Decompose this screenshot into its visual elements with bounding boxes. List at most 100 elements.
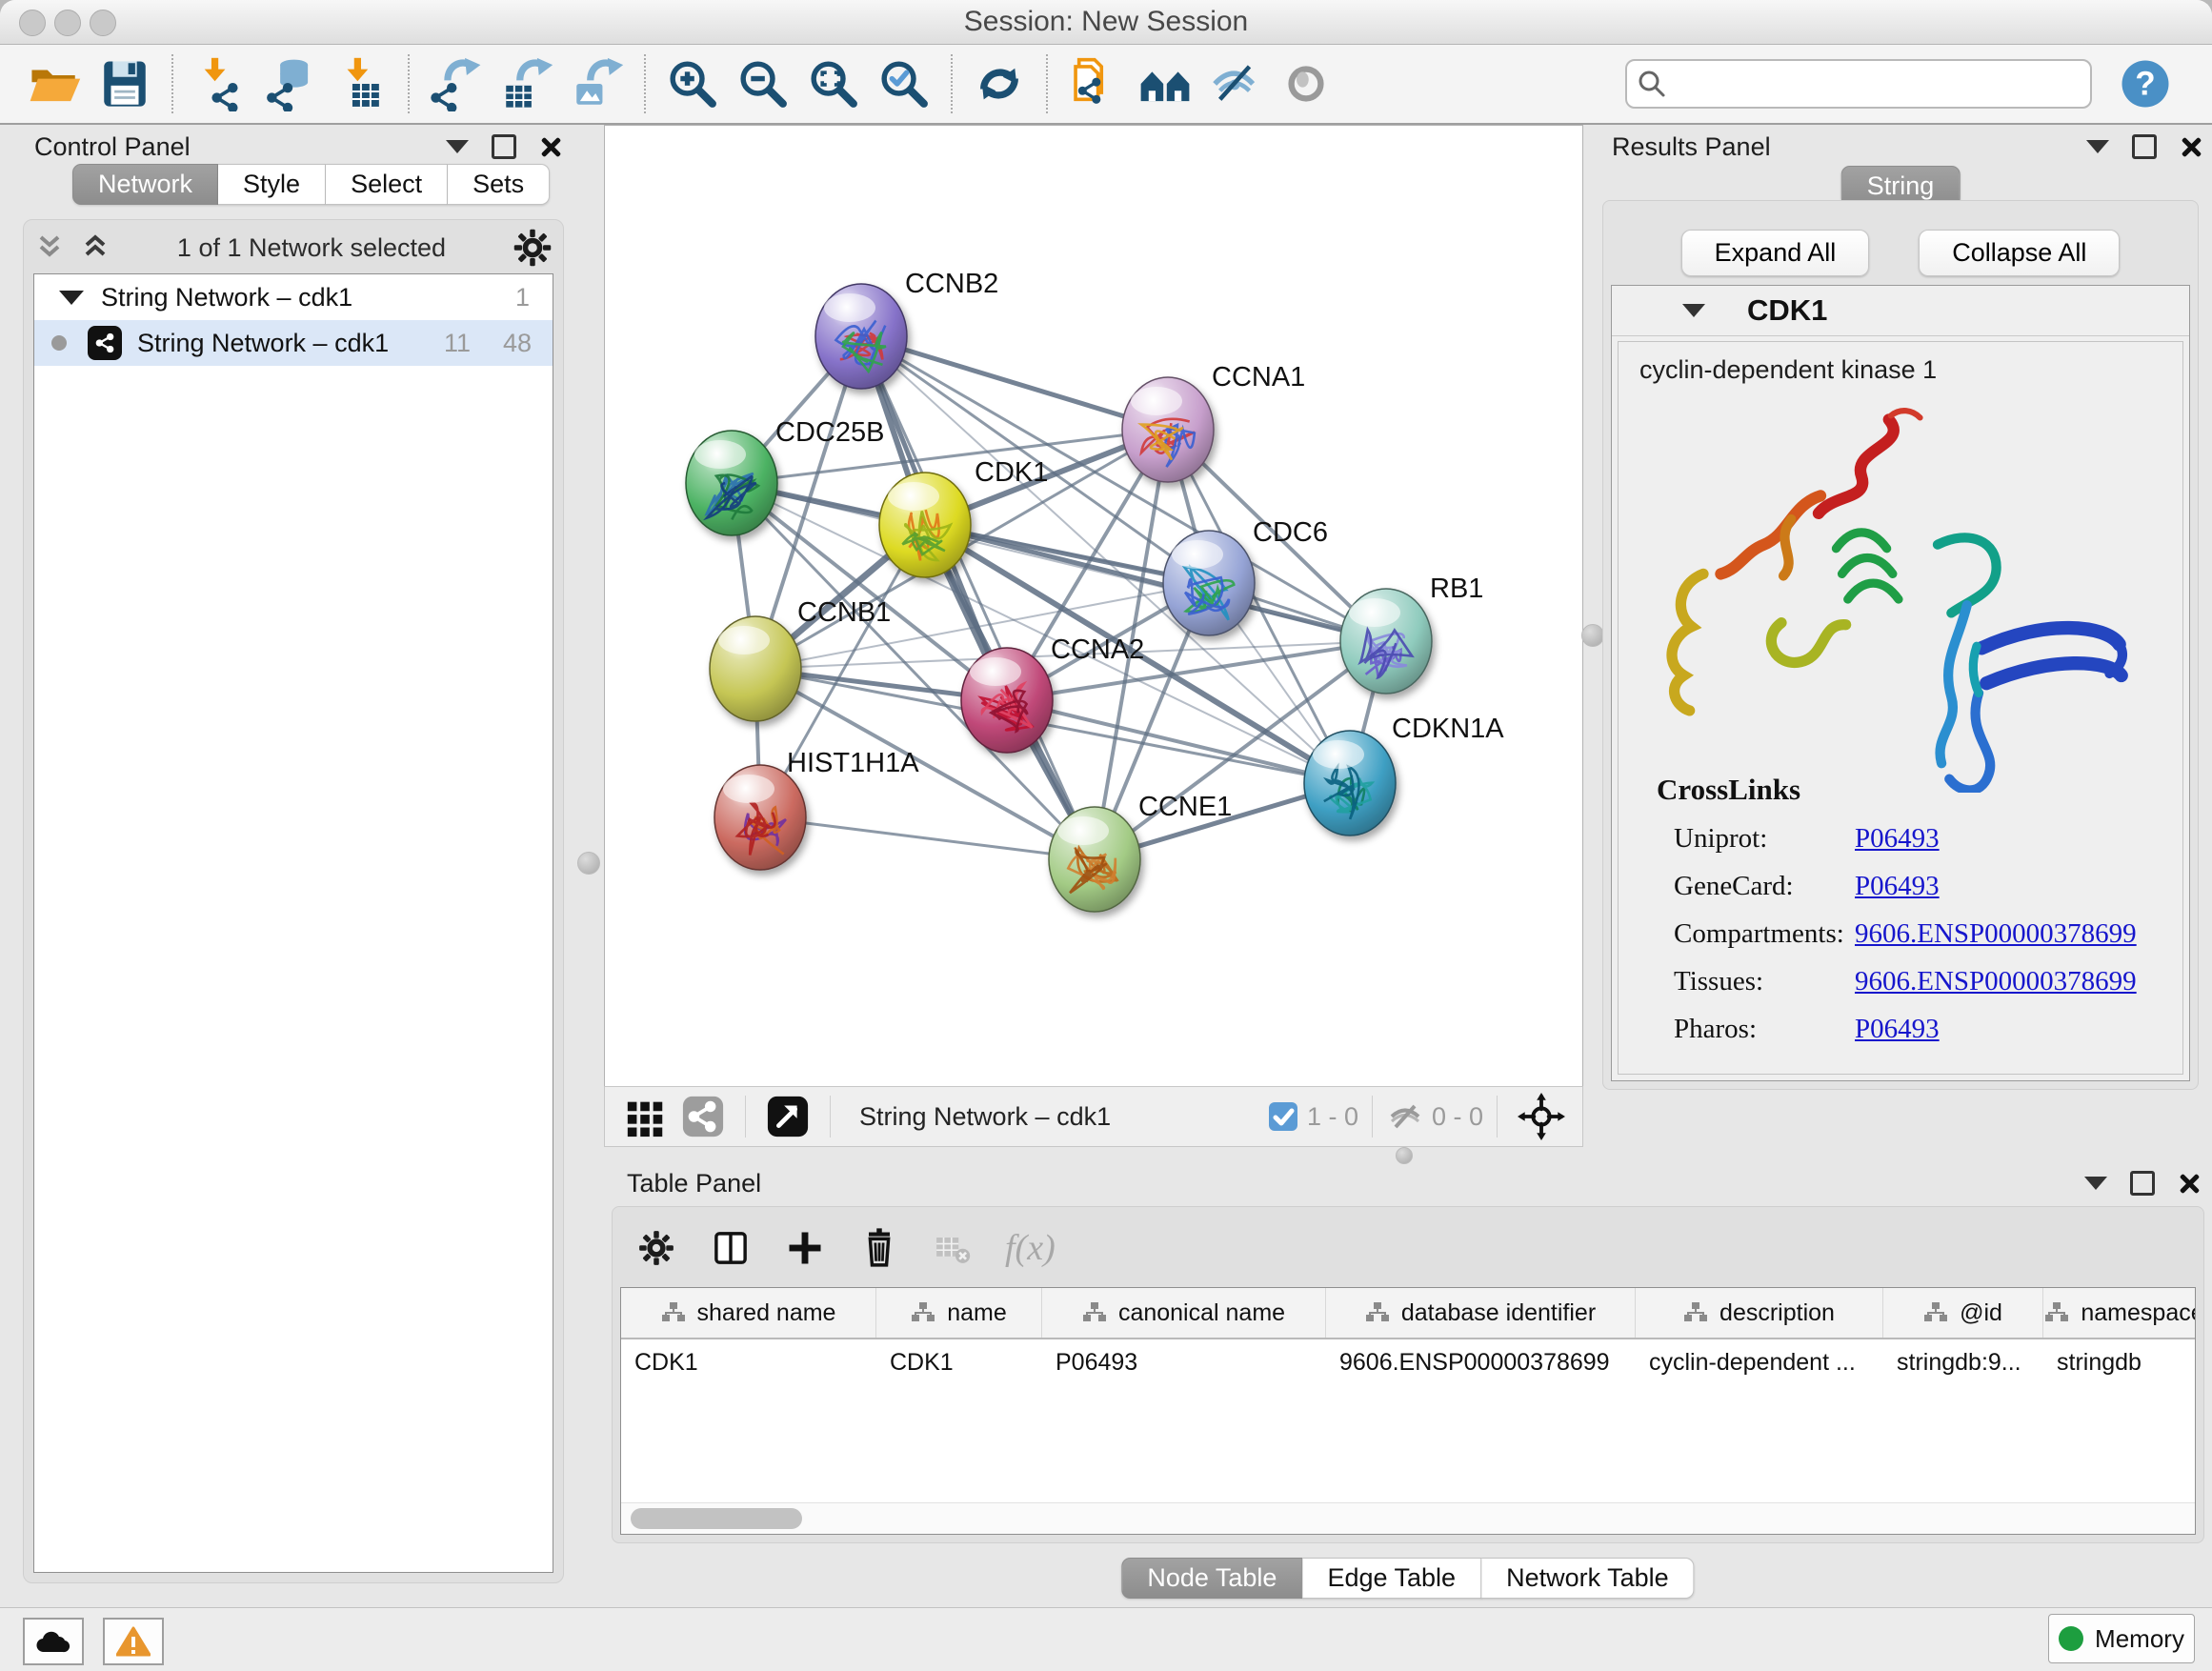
node-CDC6[interactable]: CDC6 — [1163, 517, 1328, 635]
column-header--id[interactable]: @id — [1883, 1288, 2043, 1338]
collection-expander-icon[interactable] — [59, 291, 84, 305]
show-columns-icon[interactable] — [708, 1225, 754, 1271]
node-RB1[interactable]: RB1 — [1340, 574, 1483, 694]
tab-network[interactable]: Network — [72, 164, 218, 205]
network-collection-row[interactable]: String Network – cdk1 1 — [34, 274, 553, 320]
crosslink-link[interactable]: 9606.ENSP00000378699 — [1855, 918, 2137, 950]
network-canvas[interactable]: CCNB2CCNA1CDC25BCDK1CDC6RB1CCNB1CCNA2CDK… — [604, 125, 1583, 1086]
node-HIST1H1A[interactable]: HIST1H1A — [714, 748, 919, 870]
column-header-namespace[interactable]: namespace — [2043, 1288, 2196, 1338]
column-header-description[interactable]: description — [1636, 1288, 1883, 1338]
first-neighbors-icon[interactable] — [1066, 55, 1123, 112]
network-options-button[interactable] — [512, 227, 553, 269]
fit-content-button[interactable] — [1518, 1093, 1565, 1140]
import-network-database-icon[interactable] — [262, 55, 319, 112]
tab-network-table[interactable]: Network Table — [1481, 1558, 1695, 1599]
panel-menu-icon[interactable] — [2086, 140, 2109, 153]
edge[interactable] — [760, 817, 1095, 859]
column-header-shared-name[interactable]: shared name — [621, 1288, 876, 1338]
hidden-count: 0 - 0 — [1432, 1102, 1483, 1132]
expand-all-button[interactable]: Expand All — [1681, 230, 1870, 276]
network-bullet-icon — [51, 335, 67, 351]
float-panel-icon[interactable] — [492, 134, 516, 159]
show-all-icon[interactable] — [1277, 55, 1335, 112]
birds-eye-view-button[interactable] — [624, 1095, 668, 1138]
selected-count-icon[interactable] — [1267, 1100, 1299, 1133]
table-horizontal-scrollbar[interactable] — [621, 1502, 2195, 1534]
close-window-button[interactable] — [19, 10, 46, 36]
table-row[interactable]: CDK1CDK1P064939606.ENSP00000378699cyclin… — [621, 1339, 2195, 1385]
tab-select[interactable]: Select — [326, 164, 448, 205]
gene-expander-icon[interactable] — [1682, 304, 1705, 317]
zoom-fit-icon[interactable] — [805, 55, 862, 112]
node-CDKN1A[interactable]: CDKN1A — [1304, 714, 1504, 836]
export-image-icon[interactable] — [569, 55, 626, 112]
tab-style[interactable]: Style — [218, 164, 326, 205]
zoom-out-icon[interactable] — [734, 55, 792, 112]
bottom-splitter-handle[interactable] — [1396, 1147, 1413, 1164]
import-table-file-icon[interactable] — [332, 55, 390, 112]
help-button[interactable]: ? — [2119, 57, 2172, 111]
tab-edge-table[interactable]: Edge Table — [1302, 1558, 1481, 1599]
close-panel-icon[interactable] — [539, 136, 560, 157]
panel-menu-icon[interactable] — [446, 140, 469, 153]
view-network-title: String Network – cdk1 — [859, 1102, 1111, 1132]
node-CCNA1[interactable]: CCNA1 — [1122, 362, 1305, 482]
crosslink-link[interactable]: P06493 — [1855, 823, 1940, 855]
delete-table-icon[interactable] — [931, 1225, 976, 1271]
export-network-icon[interactable] — [428, 55, 485, 112]
memory-button[interactable]: Memory — [2048, 1614, 2195, 1663]
open-session-icon[interactable] — [26, 55, 83, 112]
column-header-name[interactable]: name — [876, 1288, 1042, 1338]
close-panel-icon[interactable] — [2180, 136, 2201, 157]
cloud-status-button[interactable] — [23, 1618, 84, 1665]
edge[interactable] — [1007, 700, 1350, 783]
search-input[interactable] — [1625, 59, 2092, 109]
scrollbar-thumb[interactable] — [631, 1508, 802, 1529]
left-splitter-handle[interactable] — [577, 852, 600, 875]
crosslink-link[interactable]: P06493 — [1855, 871, 1940, 902]
network-label: String Network – cdk1 — [137, 329, 389, 358]
export-table-icon[interactable] — [498, 55, 555, 112]
node-CDK1[interactable]: CDK1 — [879, 457, 1048, 577]
table-settings-icon[interactable] — [633, 1225, 679, 1271]
network-row-selected[interactable]: String Network – cdk1 11 48 — [34, 320, 553, 366]
preferred-layout-icon[interactable] — [1136, 55, 1194, 112]
panel-menu-icon[interactable] — [2084, 1177, 2107, 1190]
save-session-icon[interactable] — [96, 55, 153, 112]
close-panel-icon[interactable] — [2178, 1173, 2199, 1194]
node-CCNB1[interactable]: CCNB1 — [710, 597, 891, 721]
network-overview-button[interactable] — [681, 1095, 725, 1138]
crosslink-link[interactable]: P06493 — [1855, 1014, 1940, 1045]
import-network-file-icon[interactable] — [191, 55, 249, 112]
hide-selected-icon[interactable] — [1207, 55, 1264, 112]
edge[interactable] — [861, 336, 1168, 430]
network-tab-content: 1 of 1 Network selected String Network –… — [23, 219, 564, 1583]
tab-sets[interactable]: Sets — [448, 164, 550, 205]
add-column-icon[interactable] — [782, 1225, 828, 1271]
node-CCNE1[interactable]: CCNE1 — [1049, 792, 1232, 912]
column-header-database-identifier[interactable]: database identifier — [1326, 1288, 1636, 1338]
detach-view-button[interactable] — [766, 1095, 810, 1138]
tab-node-table[interactable]: Node Table — [1121, 1558, 1302, 1599]
float-panel-icon[interactable] — [2132, 134, 2157, 159]
svg-text:?: ? — [2135, 65, 2155, 102]
expand-all-networks-icon[interactable] — [33, 232, 66, 264]
zoom-selected-icon[interactable] — [875, 55, 933, 112]
zoom-in-icon[interactable] — [664, 55, 721, 112]
selected-count: 1 - 0 — [1307, 1102, 1358, 1132]
column-header-canonical-name[interactable]: canonical name — [1042, 1288, 1326, 1338]
hidden-count-icon[interactable] — [1386, 1100, 1424, 1133]
delete-column-icon[interactable] — [856, 1225, 902, 1271]
warning-status-button[interactable] — [103, 1618, 164, 1665]
network-node-count: 11 — [444, 329, 471, 358]
float-panel-icon[interactable] — [2130, 1171, 2155, 1196]
collapse-all-networks-icon[interactable] — [79, 232, 111, 264]
collapse-all-button[interactable]: Collapse All — [1919, 230, 2120, 276]
help-icon: ? — [2119, 56, 2172, 111]
edge[interactable] — [861, 336, 1095, 859]
crosslink-link[interactable]: 9606.ENSP00000378699 — [1855, 966, 2137, 997]
refresh-layout-icon[interactable] — [971, 55, 1028, 112]
minimize-window-button[interactable] — [54, 10, 81, 36]
maximize-window-button[interactable] — [90, 10, 116, 36]
